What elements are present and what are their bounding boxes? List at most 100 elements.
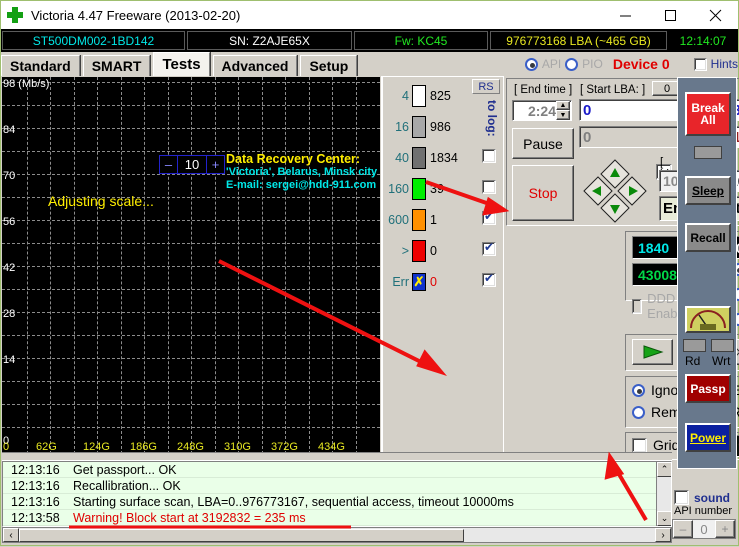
speed-graph[interactable]: 98 (Mb/s) 84 70 56 42 28 14 0 0 62G 124G…	[2, 77, 380, 456]
banner-location: 'Victoria', Belarus, Minsk city	[226, 166, 377, 179]
power-label: Power	[690, 432, 726, 444]
log-vertical-scrollbar[interactable]: ⌃ ⌄	[656, 462, 671, 526]
tab-bar: Standard SMART Tests Advanced Setup API …	[1, 52, 738, 76]
block-color-swatch	[412, 85, 426, 107]
start-lba-label: [ Start LBA: ]	[580, 84, 645, 96]
hints-label: Hints	[711, 57, 738, 71]
pause-button[interactable]: Pause	[512, 128, 574, 159]
scale-minus-button[interactable]: –	[160, 156, 177, 173]
grid-checkbox[interactable]	[632, 438, 647, 453]
speed-value: 43008	[638, 267, 677, 283]
scroll-right-icon[interactable]: ›	[655, 528, 671, 542]
block-count: 1	[426, 213, 437, 227]
mode-selector: API PIO Device 0 Hints	[525, 53, 738, 75]
tab-smart[interactable]: SMART	[83, 55, 151, 76]
log-time: 12:13:16	[3, 463, 67, 477]
sleep-label: Sleep	[692, 185, 724, 197]
scroll-down-icon[interactable]: ⌄	[657, 511, 672, 526]
grid-label: Grid	[653, 437, 679, 453]
drive-info-bar: ST500DM002-1BD142 SN: Z2AJE65X Fw: KC45 …	[1, 29, 738, 52]
close-icon[interactable]	[693, 1, 738, 29]
clock: 12:14:07	[669, 31, 737, 50]
tab-advanced[interactable]: Advanced	[213, 55, 298, 76]
maximize-icon[interactable]	[648, 1, 693, 29]
graph-grid	[2, 77, 380, 454]
status-indicator	[694, 146, 722, 159]
block-color-swatch	[412, 116, 426, 138]
log-row: 12:13:16 Starting surface scan, LBA=0..9…	[3, 494, 671, 510]
radio-api[interactable]	[525, 58, 538, 71]
start-lba-input[interactable]: 0	[579, 99, 684, 121]
api-number-label: API number	[670, 505, 736, 517]
to-log-label: to log:	[485, 100, 499, 137]
tab-setup[interactable]: Setup	[300, 55, 357, 76]
tolog-checkbox-40[interactable]	[482, 149, 496, 163]
api-plus-button[interactable]: +	[715, 520, 735, 538]
log-time: 12:13:58	[3, 511, 67, 525]
tolog-checkbox-over[interactable]	[482, 242, 496, 256]
size-value: 1840	[638, 240, 669, 256]
app-icon	[7, 7, 23, 23]
minimize-icon[interactable]	[603, 1, 648, 29]
api-number-stepper[interactable]: – 0 +	[672, 519, 736, 539]
ddd-checkbox[interactable]	[632, 299, 642, 314]
control-panel: [ End time ] 2:24 ▲ ▼ [ Start LBA: ] 0 0…	[504, 76, 680, 467]
radio-pio[interactable]	[565, 58, 578, 71]
window-buttons	[603, 1, 738, 29]
scroll-up-icon[interactable]: ⌃	[657, 462, 672, 477]
log-message: Get passport... OK	[67, 463, 177, 477]
tolog-checkbox-err[interactable]	[482, 273, 496, 287]
end-time-text: 2:24	[528, 103, 556, 119]
radio-ignore[interactable]	[632, 384, 645, 397]
sound-toggle[interactable]: sound	[670, 485, 736, 505]
sleep-button[interactable]: Sleep	[685, 176, 731, 205]
log-list[interactable]: 12:13:16 Get passport... OK 12:13:16 Rec…	[2, 461, 672, 527]
hints-checkbox[interactable]	[694, 58, 707, 71]
current-lba-left: 0	[579, 126, 684, 148]
tab-tests[interactable]: Tests	[153, 52, 209, 76]
y-tick-3: 56	[3, 216, 15, 228]
block-threshold: 16	[382, 120, 412, 134]
log-panel: 12:13:16 Get passport... OK 12:13:16 Rec…	[2, 452, 672, 544]
power-button[interactable]: Power	[685, 423, 731, 452]
log-time: 12:13:16	[3, 495, 67, 509]
rd-label: Rd	[685, 354, 700, 368]
scale-plus-button[interactable]: +	[207, 156, 224, 173]
spinner-up-icon[interactable]: ▲	[556, 101, 570, 110]
log-horizontal-scrollbar[interactable]: ‹ ›	[2, 527, 672, 543]
block-count: 986	[426, 120, 451, 134]
tolog-checkbox-160[interactable]	[482, 180, 496, 194]
radio-remap[interactable]	[632, 406, 645, 419]
hscroll-thumb[interactable]	[19, 529, 464, 542]
y-tick-2: 70	[3, 170, 15, 182]
api-minus-button[interactable]: –	[673, 520, 693, 538]
play-forward-button[interactable]	[632, 339, 673, 365]
stop-button[interactable]: Stop	[512, 165, 574, 221]
spinner-down-icon[interactable]: ▼	[556, 110, 570, 120]
sound-checkbox[interactable]	[674, 490, 689, 505]
scroll-left-icon[interactable]: ‹	[3, 528, 19, 542]
tolog-checkbox-600[interactable]	[482, 211, 496, 225]
block-threshold: 40	[382, 151, 412, 165]
graph-status-text: Adjusting scale...	[48, 193, 154, 209]
log-row: 12:13:16 Recallibration... OK	[3, 478, 671, 494]
log-splitter[interactable]	[2, 452, 672, 461]
break-all-button[interactable]: Break All	[685, 92, 731, 136]
tab-standard[interactable]: Standard	[1, 55, 80, 76]
banner-email: E-mail: sergei@hdd-911.com	[226, 179, 377, 192]
end-time-spinner[interactable]: ▲ ▼	[556, 101, 570, 120]
banner-title: Data Recovery Center:	[226, 153, 377, 166]
block-threshold: 4	[382, 89, 412, 103]
block-color-swatch	[412, 209, 426, 231]
y-tick-0: 98 (Mb/s)	[3, 78, 49, 90]
recall-button[interactable]: Recall	[685, 223, 731, 252]
grid-toggle[interactable]: Grid	[632, 437, 679, 453]
scale-stepper[interactable]: – 10 +	[159, 155, 225, 174]
passp-button[interactable]: Passp	[685, 374, 731, 403]
action-sidebar: Break All Sleep Recall Rd Wrt Passp Powe…	[677, 77, 737, 469]
device-label: Device 0	[613, 56, 670, 72]
drive-firmware: Fw: KC45	[354, 31, 488, 50]
window-title: Victoria 4.47 Freeware (2013-02-20)	[31, 8, 240, 23]
dpad-navigator[interactable]	[582, 158, 648, 224]
log-time: 12:13:16	[3, 479, 67, 493]
